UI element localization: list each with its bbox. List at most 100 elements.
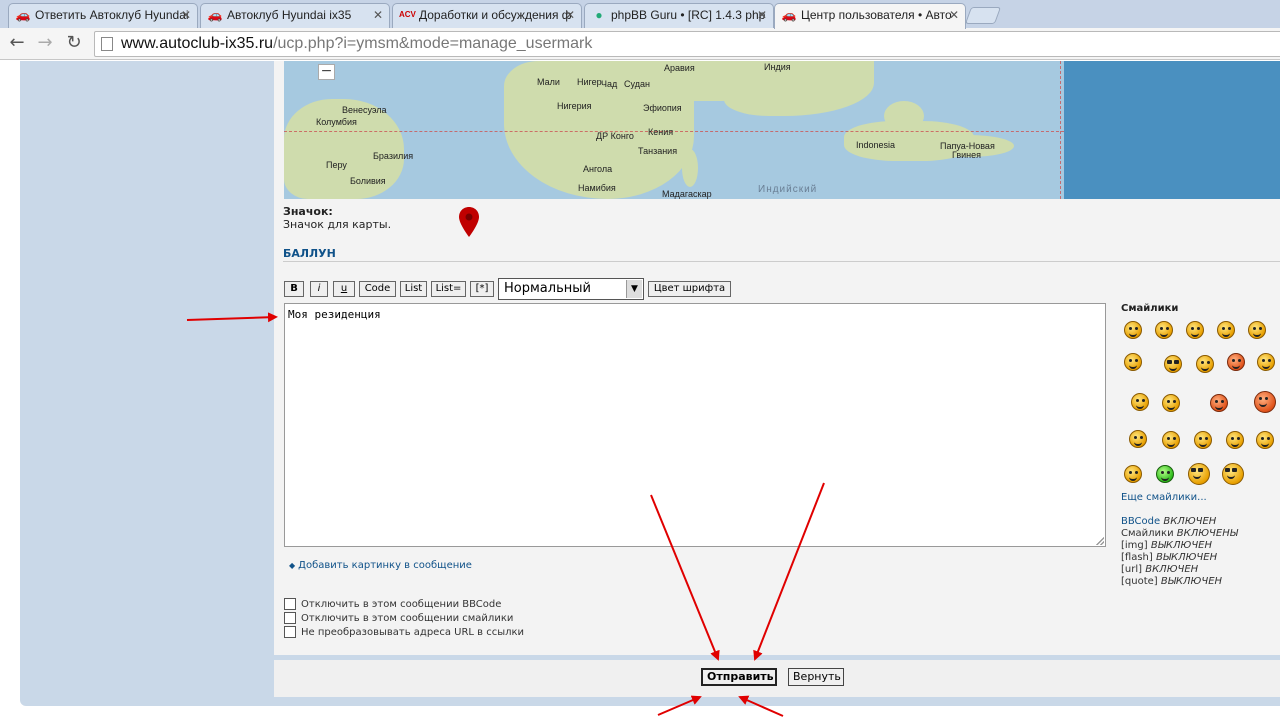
- map-label-brazil: Бразилия: [373, 151, 414, 161]
- smiley-cool-icon[interactable]: [1222, 463, 1244, 485]
- close-tab-icon[interactable]: ✕: [757, 4, 767, 26]
- smiley-mad-icon[interactable]: [1210, 394, 1228, 412]
- map-label-png-line2: Гвинея: [952, 150, 982, 160]
- list-button[interactable]: List: [400, 281, 427, 297]
- checkbox[interactable]: [284, 612, 296, 624]
- message-textarea[interactable]: Моя резиденция: [284, 303, 1106, 547]
- smilies-status-row: Смайлики ВКЛЮЧЕНЫ: [1121, 528, 1238, 539]
- map-label-sudan: Судан: [624, 79, 650, 89]
- map-pin-icon[interactable]: [458, 206, 480, 238]
- smiley-icon[interactable]: [1257, 353, 1275, 371]
- smiley-arrow-icon[interactable]: [1256, 431, 1274, 449]
- map-label-angola: Ангола: [583, 164, 613, 174]
- close-tab-icon[interactable]: ✕: [373, 4, 383, 26]
- forward-arrow-icon[interactable]: →: [33, 31, 57, 55]
- smiley-exclaim-icon[interactable]: [1162, 431, 1180, 449]
- option-disable-smilies[interactable]: Отключить в этом сообщении смайлики: [284, 612, 513, 625]
- icon-field-title: Значок:: [283, 205, 333, 218]
- smiley-icon[interactable]: [1248, 321, 1266, 339]
- list-item-button[interactable]: [*]: [470, 281, 494, 297]
- map-label-drc: ДР Конго: [596, 131, 634, 141]
- smiley-icon[interactable]: [1124, 465, 1142, 483]
- bbcode-status-row: BBCode ВКЛЮЧЕН: [1121, 516, 1217, 527]
- smiley-devil-icon[interactable]: [1254, 391, 1276, 413]
- reload-icon[interactable]: ↻: [62, 31, 86, 55]
- url-status-row: [url] ВКЛЮЧЕН: [1121, 564, 1199, 575]
- map-label-mali: Мали: [537, 77, 560, 87]
- page-content: − Аравия Индия Мали Нигер Чад Судан Вене…: [0, 61, 1280, 717]
- option-disable-bbcode[interactable]: Отключить в этом сообщении BBCode: [284, 598, 501, 611]
- smiley-question-icon[interactable]: [1194, 431, 1212, 449]
- section-divider: [283, 261, 1280, 262]
- car-icon: 🚗: [781, 8, 797, 22]
- tropic-line: [284, 131, 1064, 132]
- bullet-icon: ◆: [289, 561, 296, 570]
- ordered-list-button[interactable]: List=: [431, 281, 466, 297]
- map-label-namibia: Намибия: [578, 183, 616, 193]
- add-image-link[interactable]: ◆ Добавить картинку в сообщение: [289, 560, 472, 571]
- chevron-down-icon[interactable]: ▼: [626, 280, 642, 298]
- smiley-icon[interactable]: [1131, 393, 1149, 411]
- smiley-green-icon[interactable]: [1156, 465, 1174, 483]
- font-size-select[interactable]: Нормальный ▼: [498, 278, 644, 300]
- code-button[interactable]: Code: [359, 281, 396, 297]
- resize-handle-icon[interactable]: [1096, 537, 1104, 545]
- map-label-peru: Перу: [326, 160, 347, 170]
- checkbox[interactable]: [284, 626, 296, 638]
- submit-bar: [274, 657, 1280, 697]
- map-view[interactable]: [284, 61, 1064, 199]
- close-tab-icon[interactable]: ✕: [949, 4, 959, 26]
- smiley-idea-icon[interactable]: [1226, 431, 1244, 449]
- smiley-icon[interactable]: [1162, 394, 1180, 412]
- browser-toolbar: ← → ↻ www.autoclub-ix35.ru/ucp.php?i=yms…: [0, 28, 1280, 60]
- underline-button[interactable]: u: [333, 281, 355, 297]
- quote-status-row: [quote] ВЫКЛЮЧЕН: [1121, 576, 1223, 587]
- close-tab-icon[interactable]: ✕: [181, 4, 191, 26]
- map-label-bolivia: Боливия: [350, 176, 386, 186]
- map-zoom-out-button[interactable]: −: [318, 64, 335, 80]
- map-label-colombia: Колумбия: [316, 117, 357, 127]
- phpbb-icon: ●: [595, 8, 603, 22]
- map-label-tanzania: Танзания: [638, 146, 678, 156]
- italic-button[interactable]: i: [310, 281, 328, 297]
- smilies-title: Смайлики: [1121, 303, 1179, 314]
- close-tab-icon[interactable]: ✕: [565, 4, 575, 26]
- map-label-ethiopia: Эфиопия: [643, 103, 682, 113]
- smiley-angry-icon[interactable]: [1227, 353, 1245, 371]
- smiley-icon[interactable]: [1155, 321, 1173, 339]
- smiley-icon[interactable]: [1196, 355, 1214, 373]
- browser-tab-1[interactable]: 🚗 Ответить Автоклуб Hyundai ✕: [8, 3, 198, 28]
- new-tab-button[interactable]: [964, 7, 1002, 24]
- address-bar[interactable]: www.autoclub-ix35.ru/ucp.php?i=ymsm&mode…: [94, 31, 1280, 57]
- font-color-button[interactable]: Цвет шрифта: [648, 281, 731, 297]
- reset-button[interactable]: Вернуть: [788, 668, 844, 686]
- back-arrow-icon[interactable]: ←: [5, 31, 29, 55]
- map-label-india: Индия: [764, 62, 791, 72]
- smiley-icon[interactable]: [1124, 353, 1142, 371]
- map-label-kenya: Кения: [648, 127, 674, 137]
- submit-button[interactable]: Отправить: [701, 668, 777, 686]
- smiley-icon[interactable]: [1186, 321, 1204, 339]
- checkbox[interactable]: [284, 598, 296, 610]
- browser-tab-5-active[interactable]: 🚗 Центр пользователя • Авто ✕: [774, 3, 966, 29]
- smiley-icon[interactable]: [1217, 321, 1235, 339]
- map-label-niger: Нигер: [577, 77, 602, 87]
- map-ocean-edge: [1064, 61, 1280, 199]
- browser-tab-3[interactable]: ACV Доработки и обсуждения ф ✕: [392, 3, 582, 28]
- section-title-balloon: БАЛЛУН: [283, 247, 336, 260]
- smiley-icon[interactable]: [1129, 430, 1147, 448]
- map-label-nigeria: Нигерия: [557, 101, 592, 111]
- more-smilies-link[interactable]: Еще смайлики...: [1121, 492, 1207, 503]
- smiley-icon[interactable]: [1124, 321, 1142, 339]
- smiley-cool-icon[interactable]: [1188, 463, 1210, 485]
- browser-tab-4[interactable]: ● phpBB Guru • [RC] 1.4.3 php ✕: [584, 3, 774, 28]
- map-label-arabia: Аравия: [664, 63, 695, 73]
- img-status-row: [img] ВЫКЛЮЧЕН: [1121, 540, 1213, 551]
- acv-club-icon: ACV: [399, 10, 416, 19]
- smiley-cool-icon[interactable]: [1164, 355, 1182, 373]
- bold-button[interactable]: B: [284, 281, 304, 297]
- browser-tab-2[interactable]: 🚗 Автоклуб Hyundai ix35 ✕: [200, 3, 390, 28]
- bbcode-help-link[interactable]: BBCode: [1121, 516, 1160, 527]
- map-label-indian-ocean: Индийский: [758, 184, 818, 195]
- option-disable-magic-url[interactable]: Не преобразовывать адреса URL в ссылки: [284, 626, 524, 639]
